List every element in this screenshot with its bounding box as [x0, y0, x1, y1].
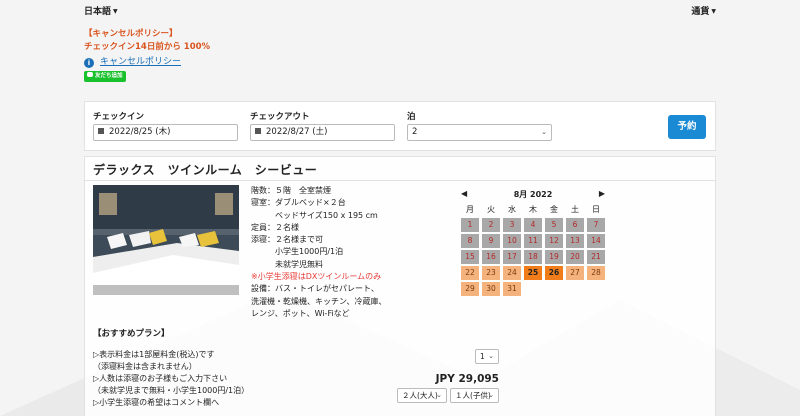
- calendar-day: 20: [566, 250, 584, 264]
- checkout-label: チェックアウト: [250, 112, 310, 122]
- chevron-left-icon[interactable]: ◀: [461, 189, 467, 198]
- info-icon: i: [84, 58, 94, 68]
- calendar-day[interactable]: 31: [503, 282, 521, 296]
- calendar-day: 4: [524, 218, 542, 232]
- calendar-day: 3: [503, 218, 521, 232]
- calendar-day[interactable]: 26: [545, 266, 563, 280]
- recommended-plans-title: 【おすすめプラン】: [93, 329, 170, 339]
- calendar-day: 14: [587, 234, 605, 248]
- calendar-header: ◀ 8月 2022 ▶: [461, 189, 605, 201]
- weekday-label: 日: [592, 205, 600, 214]
- nights-label: 泊: [407, 112, 416, 122]
- calendar-day[interactable]: 22: [461, 266, 479, 280]
- calendar-day: 15: [461, 250, 479, 264]
- language-selector[interactable]: 日本語 ▼: [84, 4, 118, 17]
- weekday-label: 月: [466, 205, 474, 214]
- room-details: 階数：５階 全室禁煙 寝室：ダブルベッド×２台 ベッドサイズ150 x 195 …: [251, 186, 387, 318]
- chevron-right-icon[interactable]: ▶: [599, 189, 605, 198]
- plan-price: JPY 29,095: [435, 373, 499, 385]
- calendar-day[interactable]: 24: [503, 266, 521, 280]
- calendar-day: 1: [461, 218, 479, 232]
- calendar-month: 8月 2022: [513, 190, 553, 199]
- room-card: デラックス ツインルーム シービュー 階数：５階 全室禁煙 寝室：ダブルベッド×…: [84, 156, 716, 416]
- calendar-day: 6: [566, 218, 584, 232]
- calendar-empty-cell: [524, 282, 542, 296]
- room-title: デラックス ツインルーム シービュー: [93, 163, 318, 177]
- calendar-day: 2: [482, 218, 500, 232]
- calendar-grid: 月 火 水 木 金 土 日 1 2 3 4 5 6 7 8 9 10 11 12 13 14 15 16 17 1…: [461, 204, 605, 296]
- availability-calendar: ◀ 8月 2022 ▶ 月 火 水 木 金 土 日 1 2 3 4 5 6 7 8 9 10 11 1…: [461, 189, 605, 296]
- calendar-day: 18: [524, 250, 542, 264]
- book-button[interactable]: 予約: [668, 115, 706, 139]
- calendar-day[interactable]: 25: [524, 266, 542, 280]
- cancel-policy-title: 【キャンセルポリシー】: [84, 29, 178, 39]
- calendar-day: 8: [461, 234, 479, 248]
- calendar-day: 17: [503, 250, 521, 264]
- calendar-day[interactable]: 27: [566, 266, 584, 280]
- line-add-friend-button[interactable]: 友だち追加: [84, 71, 126, 82]
- calendar-day: 11: [524, 234, 542, 248]
- chevron-down-icon: ⌄: [488, 352, 494, 360]
- calendar-empty-cell: [587, 282, 605, 296]
- weekday-label: 金: [550, 205, 558, 214]
- cancel-policy-summary: 【キャンセルポリシー】 チェックイン14日前から 100%: [84, 28, 210, 54]
- adults-select[interactable]: ２人(大人) ⌄: [397, 388, 447, 403]
- divider: [85, 180, 715, 181]
- calendar-day: 10: [503, 234, 521, 248]
- calendar-day: 19: [545, 250, 563, 264]
- cancel-policy-rule: チェックイン14日前から 100%: [84, 42, 211, 52]
- search-panel: チェックイン 2022/8/25 (木) チェックアウト 2022/8/27 (…: [84, 101, 716, 151]
- caret-down-icon: ▼: [113, 8, 118, 15]
- weekday-label: 水: [508, 205, 516, 214]
- checkout-date-input[interactable]: 2022/8/27 (土): [250, 124, 395, 141]
- top-bar: 日本語 ▼ 通貨 ▼: [0, 4, 800, 18]
- calendar-day: 5: [545, 218, 563, 232]
- weekday-label: 土: [571, 205, 579, 214]
- checkin-label: チェックイン: [93, 112, 145, 122]
- plan-notes: ▷表示料金は1部屋料金(税込)です （添寝料金は含まれません） ▷人数は添寝のお…: [93, 350, 250, 407]
- room-photo[interactable]: [93, 185, 239, 295]
- chevron-down-icon: ⌄: [488, 391, 494, 399]
- calendar-day: 21: [587, 250, 605, 264]
- calendar-icon: [98, 128, 104, 134]
- caret-down-icon: ▼: [711, 8, 716, 15]
- currency-selector[interactable]: 通貨 ▼: [691, 4, 716, 17]
- calendar-day: 9: [482, 234, 500, 248]
- calendar-day: 12: [545, 234, 563, 248]
- chevron-down-icon: ⌄: [436, 391, 442, 399]
- calendar-day: 13: [566, 234, 584, 248]
- weekday-label: 火: [487, 205, 495, 214]
- children-select[interactable]: １人(子供) ⌄: [450, 388, 499, 403]
- nights-select[interactable]: 2 ⌄: [407, 124, 552, 141]
- calendar-day: 16: [482, 250, 500, 264]
- calendar-day[interactable]: 29: [461, 282, 479, 296]
- calendar-icon: [255, 128, 261, 134]
- line-chat-icon: [87, 72, 93, 77]
- calendar-day[interactable]: 30: [482, 282, 500, 296]
- checkin-date-input[interactable]: 2022/8/25 (木): [93, 124, 238, 141]
- weekday-label: 木: [529, 205, 537, 214]
- cancel-policy-link[interactable]: i キャンセルポリシー: [84, 54, 181, 68]
- rooms-count-select[interactable]: 1 ⌄: [475, 349, 499, 364]
- chevron-down-icon: ⌄: [541, 128, 547, 136]
- calendar-empty-cell: [545, 282, 563, 296]
- calendar-day[interactable]: 23: [482, 266, 500, 280]
- calendar-day[interactable]: 28: [587, 266, 605, 280]
- calendar-empty-cell: [566, 282, 584, 296]
- calendar-day: 7: [587, 218, 605, 232]
